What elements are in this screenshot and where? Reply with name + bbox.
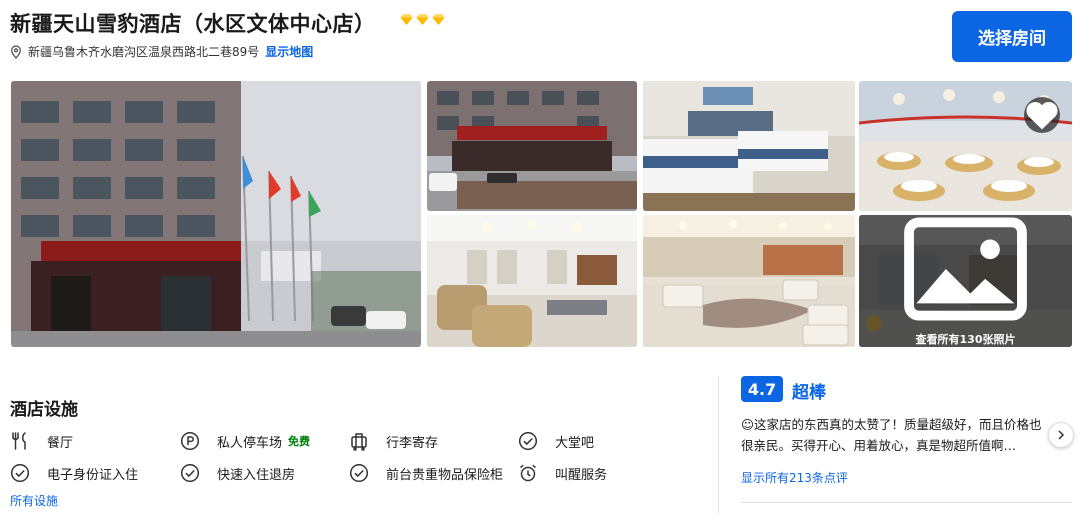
view-all-photos-overlay[interactable]: 查看所有130张照片: [859, 215, 1072, 347]
facility-label: 行李寄存: [386, 435, 439, 451]
facility-item: 大堂吧: [518, 431, 594, 451]
hotel-entrance-photo[interactable]: [427, 81, 637, 211]
review-bottom-rule: [741, 502, 1072, 503]
luggage-icon: [351, 433, 367, 451]
restaurant-icon: [12, 432, 26, 450]
twin-room-photo[interactable]: [643, 81, 855, 211]
lobby-lounge-photo[interactable]: [427, 215, 637, 347]
free-badge: 免费: [288, 435, 311, 448]
review-next-button[interactable]: [1048, 422, 1074, 448]
facility-item: 私人停车场 免费: [180, 431, 310, 451]
address-row: 新疆乌鲁木齐水磨沟区温泉西路北二巷89号 显示地图: [10, 43, 313, 60]
hotel-title: 新疆天山雪豹酒店（水区文体中心店）: [10, 12, 376, 36]
check-circle-icon: [518, 431, 538, 451]
image-gallery-icon: [904, 217, 1027, 321]
heart-icon: [1026, 101, 1058, 130]
favorite-button[interactable]: [1024, 97, 1060, 133]
lobby-reception-photo[interactable]: 查看所有130张照片: [859, 215, 1072, 347]
review-score-label: 超棒: [792, 383, 826, 403]
facility-item: 行李寄存: [349, 431, 438, 451]
section-divider: [718, 377, 719, 513]
facility-label: 大堂吧: [555, 435, 595, 451]
lounge-seating-photo[interactable]: [643, 215, 855, 347]
diamond-star-icon: [432, 14, 445, 26]
check-circle-icon: [349, 463, 369, 483]
diamond-star-icon: [400, 14, 413, 26]
diamond-star-icon: [416, 14, 429, 26]
facility-label: 快速入住退房: [217, 467, 296, 483]
hotel-exterior-photo[interactable]: [11, 81, 421, 347]
all-facilities-link[interactable]: 所有设施: [10, 492, 58, 509]
facility-label: 电子身份证入住: [47, 467, 139, 483]
facility-label: 前台贵重物品保险柜: [386, 467, 504, 483]
view-all-photos-label: 查看所有130张照片: [915, 333, 1016, 346]
address-text: 新疆乌鲁木齐水磨沟区温泉西路北二巷89号: [28, 45, 260, 59]
facilities-title: 酒店设施: [10, 400, 78, 420]
select-room-button[interactable]: 选择房间: [952, 11, 1072, 62]
check-circle-icon: [10, 463, 30, 483]
review-score-badge: 4.7: [741, 376, 783, 402]
parking-icon: [180, 431, 200, 451]
facility-item: 餐厅: [10, 431, 73, 451]
star-rating: [400, 13, 445, 26]
review-snippet: ☺这家店的东西真的太赞了！质量超级好，而且价格也很亲民。买得开心、用着放心，真是…: [741, 417, 1042, 453]
location-pin-icon: [11, 44, 21, 59]
facility-item: 电子身份证入住: [10, 463, 138, 483]
check-circle-icon: [180, 463, 200, 483]
facility-item: 叫醒服务: [518, 463, 607, 483]
facility-label: 叫醒服务: [555, 467, 608, 483]
show-map-link[interactable]: 显示地图: [265, 43, 313, 60]
facility-label: 餐厅: [47, 435, 74, 451]
chevron-right-icon: [1058, 430, 1065, 440]
banquet-hall-photo[interactable]: [859, 81, 1072, 211]
alarm-clock-icon: [520, 464, 536, 482]
facility-item: 快速入住退房: [180, 463, 295, 483]
facility-label: 私人停车场: [217, 435, 283, 451]
facility-item: 前台贵重物品保险柜: [349, 463, 503, 483]
photo-gallery: 查看所有130张照片: [11, 81, 1072, 347]
all-reviews-link[interactable]: 显示所有213条点评: [741, 469, 848, 486]
